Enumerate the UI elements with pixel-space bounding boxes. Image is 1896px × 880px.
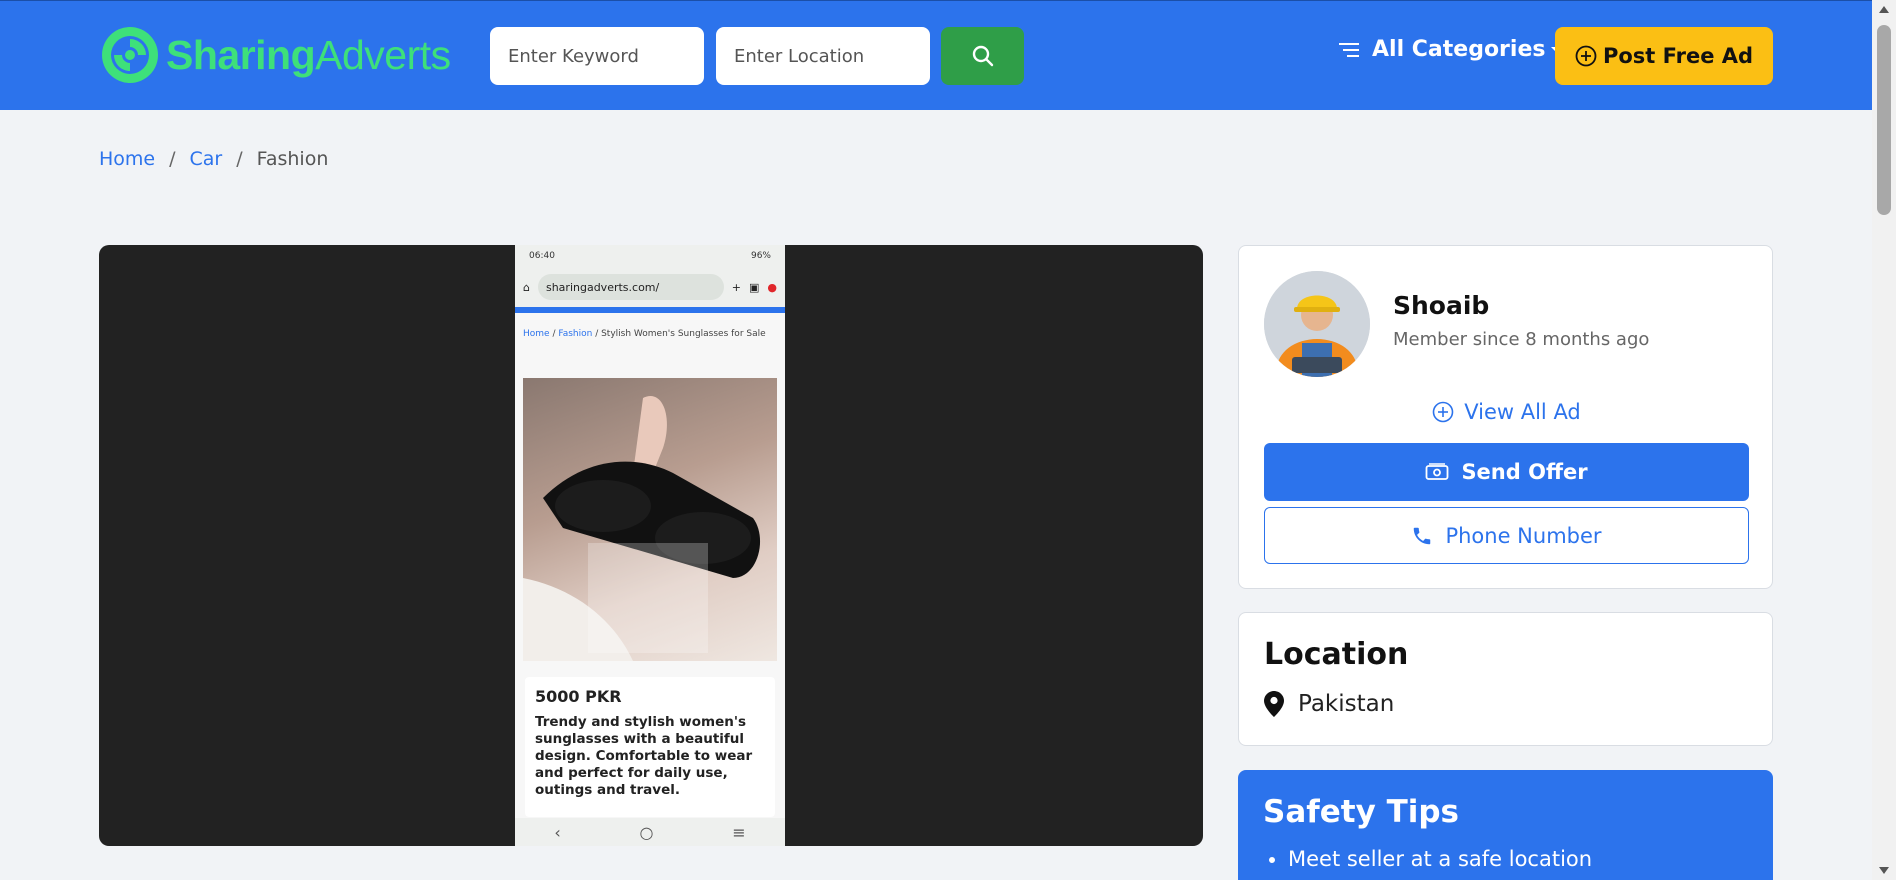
phone-number-label: Phone Number [1445,523,1602,548]
phone-breadcrumb: Home / Fashion / Stylish Women's Sunglas… [523,329,766,339]
page-scrollbar[interactable] [1872,0,1896,880]
phone-url-box: sharingadverts.com/ [537,274,724,300]
logo-text-part2: Adverts [315,31,451,78]
phone-browser-bar: ⌂ sharingadverts.com/ + ▣ ● [515,267,785,307]
phone-nav-bar: ‹ ○ ≡ [515,818,785,846]
menu-icon: ≡ [732,822,746,842]
send-offer-label: Send Offer [1461,460,1588,484]
post-free-ad-label: Post Free Ad [1602,44,1754,68]
tabs-icon: ▣ [748,280,760,294]
scroll-up-arrow-icon[interactable] [1879,6,1889,13]
breadcrumb-home-link[interactable]: Home [99,148,155,170]
avatar-person-icon [1264,271,1370,377]
breadcrumb-car-link[interactable]: Car [190,148,223,170]
phone-ad-price: 5000 PKR [535,687,622,706]
location-title: Location [1264,637,1409,672]
phone-ad-description: Trendy and stylish women's sunglasses wi… [535,714,753,798]
phone-crumb-title: Stylish Women's Sunglasses for Sale [601,329,766,339]
sunglasses-illustration [523,396,761,661]
sunglasses-photo [523,378,777,661]
location-value: Pakistan [1298,691,1395,717]
phone-status-battery: 96% [750,251,771,261]
breadcrumb-separator: / [236,148,243,170]
phone-crumb-home: Home [523,329,550,339]
map-pin-icon [1264,691,1284,717]
phone-ad-card: 5000 PKR Trendy and stylish women's sung… [525,677,775,817]
ad-image-viewer[interactable]: 06:40 96% ⌂ sharingadverts.com/ + ▣ ● Ho… [99,245,1203,846]
send-offer-button[interactable]: Send Offer [1264,443,1749,501]
phone-status-time: 06:40 [529,251,555,261]
safety-tips-list: Meet seller at a safe location [1288,847,1592,871]
back-icon: ‹ [554,822,561,842]
breadcrumb-separator: / [169,148,176,170]
site-logo[interactable]: SharingAdverts [100,25,451,85]
top-navbar: SharingAdverts All Categories Post Free … [0,0,1872,110]
safety-tips-card: Safety Tips Meet seller at a safe locati… [1238,770,1773,880]
menu-lines-icon [1339,42,1359,57]
phone-crumb-fashion: Fashion [558,329,593,339]
phone-icon [1414,527,1431,544]
record-icon: ● [767,280,777,294]
all-categories-dropdown[interactable]: All Categories [1338,37,1564,62]
home-circle-icon: ○ [639,822,654,842]
logo-icon [102,27,158,83]
seller-avatar [1264,271,1370,377]
post-free-ad-button[interactable]: Post Free Ad [1555,27,1773,85]
seller-member-since: Member since 8 months ago [1393,329,1650,350]
location-value-row: Pakistan [1264,691,1394,717]
plus-icon: + [731,280,741,294]
breadcrumb: Home / Car / Fashion [99,148,328,170]
search-icon [972,45,993,67]
seller-card: Shoaib Member since 8 months ago View Al… [1238,245,1773,589]
phone-url-text: sharingadverts.com/ [545,280,660,294]
cash-icon [1426,463,1449,480]
plus-circle-icon [1432,401,1454,423]
phone-number-button[interactable]: Phone Number [1264,507,1749,564]
plus-circle-icon [1575,45,1597,67]
scroll-down-arrow-icon[interactable] [1879,867,1889,874]
view-all-ads-label: View All Ad [1464,400,1581,424]
location-card: Location Pakistan [1238,612,1773,746]
all-categories-label: All Categories [1372,37,1546,62]
location-search-input[interactable] [716,27,930,85]
phone-status-bar: 06:40 96% [515,245,785,267]
home-icon: ⌂ [523,280,530,294]
search-button[interactable] [941,27,1024,85]
breadcrumb-current: Fashion [256,148,329,170]
scrollbar-thumb[interactable] [1877,25,1891,215]
safety-tips-title: Safety Tips [1263,794,1459,830]
keyword-search-input[interactable] [490,27,704,85]
logo-text-part1: Sharing [166,31,316,78]
ad-screenshot-image: 06:40 96% ⌂ sharingadverts.com/ + ▣ ● Ho… [515,245,785,846]
seller-name: Shoaib [1393,291,1490,320]
view-all-ads-link[interactable]: View All Ad [1239,400,1774,424]
safety-tip-item: Meet seller at a safe location [1288,847,1592,871]
logo-text: SharingAdverts [166,32,451,79]
